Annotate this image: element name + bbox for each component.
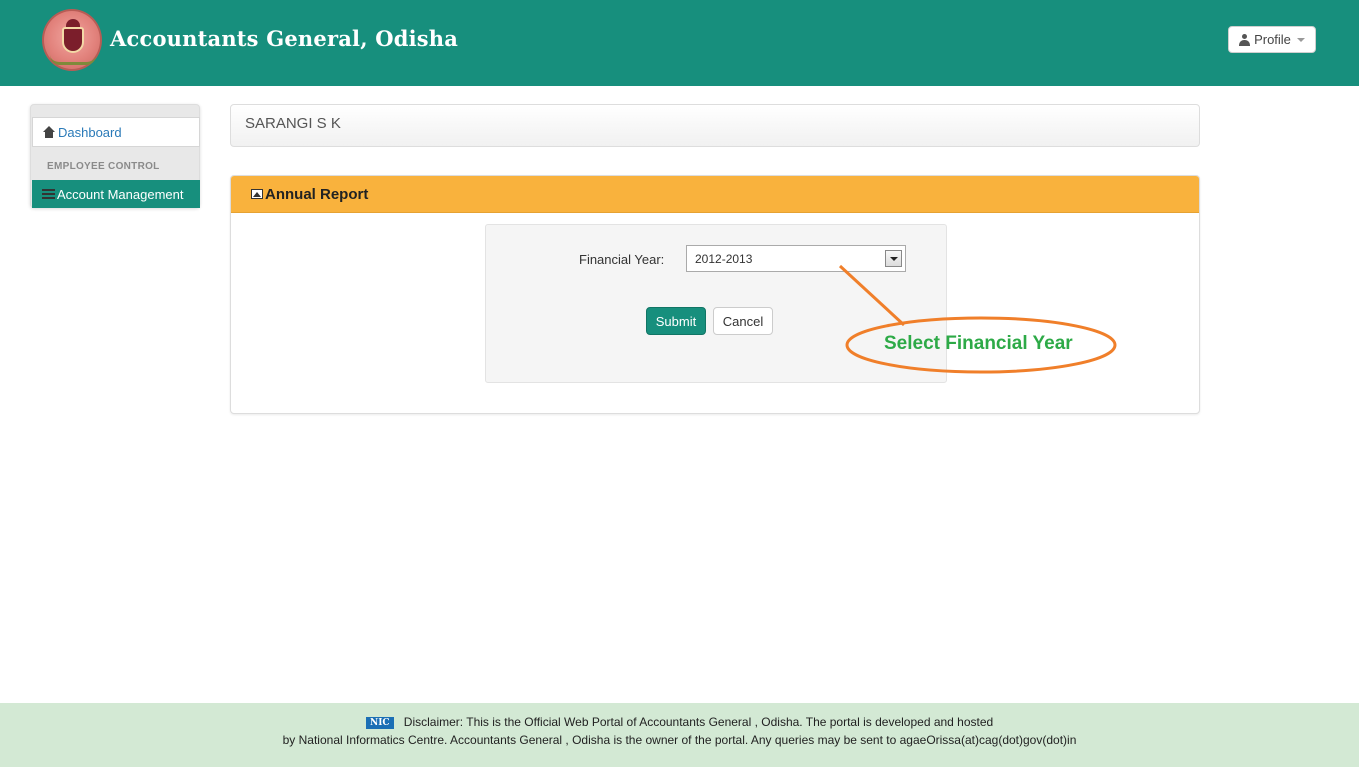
sidebar-item-dashboard[interactable]: Dashboard bbox=[32, 117, 200, 147]
user-name-bar: SARANGI S K bbox=[230, 104, 1200, 147]
dropdown-arrow-icon[interactable] bbox=[885, 250, 902, 267]
footer-disclaimer-line2: by National Informatics Centre. Accounta… bbox=[282, 733, 1077, 747]
financial-year-select[interactable]: 2012-2013 bbox=[686, 245, 906, 272]
nic-logo-icon: NIC bbox=[365, 716, 394, 729]
annotation-text: Select Financial Year bbox=[884, 333, 1073, 354]
site-title: Accountants General, Odisha bbox=[110, 26, 459, 51]
home-icon bbox=[43, 126, 56, 138]
user-icon bbox=[1239, 33, 1251, 46]
footer-text-1: Disclaimer: This is the Official Web Por… bbox=[403, 715, 994, 729]
cancel-button[interactable]: Cancel bbox=[713, 307, 773, 335]
user-name: SARANGI S K bbox=[245, 115, 341, 132]
report-form: Financial Year: 2012-2013 Submit Cancel bbox=[485, 224, 947, 383]
financial-year-label: Financial Year: bbox=[579, 252, 665, 267]
site-header: Accountants General, Odisha Profile bbox=[0, 0, 1359, 86]
panel-title: Annual Report bbox=[265, 185, 369, 203]
sidebar-item-account-management[interactable]: Account Management bbox=[32, 180, 200, 208]
profile-button[interactable]: Profile bbox=[1228, 26, 1316, 53]
site-footer: NIC Disclaimer: This is the Official Web … bbox=[0, 703, 1359, 767]
list-icon bbox=[42, 189, 55, 199]
sidebar-item-label: Dashboard bbox=[58, 124, 122, 140]
profile-label: Profile bbox=[1254, 32, 1291, 47]
picture-icon bbox=[251, 189, 263, 199]
submit-button[interactable]: Submit bbox=[646, 307, 706, 335]
sidebar-section-heading: EMPLOYEE CONTROL bbox=[47, 161, 160, 172]
annual-report-panel: Annual Report Financial Year: 2012-2013 … bbox=[230, 175, 1200, 414]
footer-disclaimer-line1: NIC Disclaimer: This is the Official Web … bbox=[0, 715, 1359, 729]
financial-year-value: 2012-2013 bbox=[695, 252, 753, 266]
caret-down-icon bbox=[1296, 37, 1305, 42]
sidebar-item-label: Account Management bbox=[57, 186, 184, 202]
emblem-logo-icon bbox=[42, 9, 102, 71]
panel-header: Annual Report bbox=[231, 176, 1199, 213]
sidebar: Dashboard EMPLOYEE CONTROL Account Manag… bbox=[30, 104, 200, 208]
